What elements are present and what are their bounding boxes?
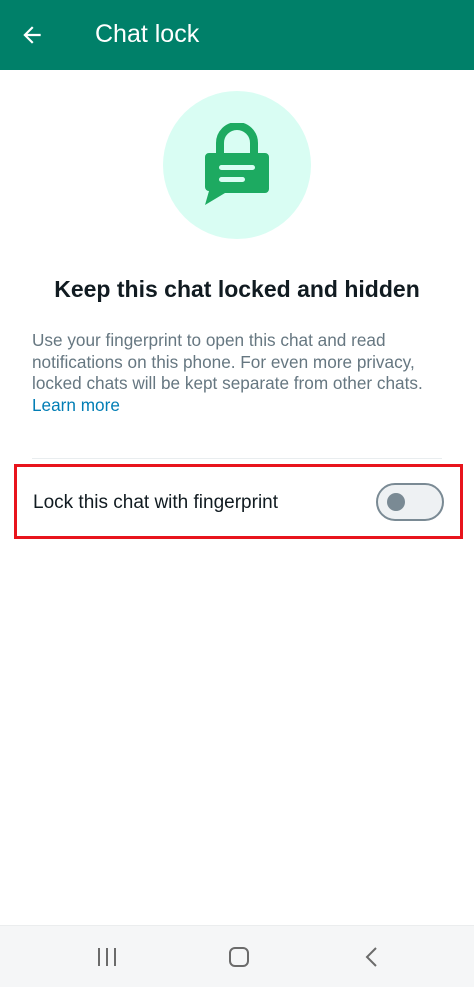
nav-back-button[interactable] [352,944,392,970]
hero-illustration [163,91,311,239]
chat-lock-icon [205,123,269,205]
description: Use your fingerprint to open this chat a… [32,330,446,416]
home-button[interactable] [219,944,259,970]
headline: Keep this chat locked and hidden [54,276,420,302]
app-bar: Chat lock [0,0,474,70]
back-button[interactable] [14,17,50,53]
toggle-knob [387,493,405,511]
lock-with-fingerprint-row[interactable]: Lock this chat with fingerprint [14,464,463,539]
arrow-left-icon [23,26,41,44]
page-title: Chat lock [95,20,200,48]
recents-icon [98,948,116,966]
recents-button[interactable] [87,944,127,970]
description-text: Use your fingerprint to open this chat a… [32,330,423,393]
home-icon [229,947,249,967]
nav-back-icon [365,947,377,967]
divider [32,458,442,459]
system-navigation-bar [0,925,474,987]
learn-more-link[interactable]: Learn more [32,395,120,415]
lock-toggle[interactable] [376,483,444,521]
lock-setting-label: Lock this chat with fingerprint [33,492,279,513]
